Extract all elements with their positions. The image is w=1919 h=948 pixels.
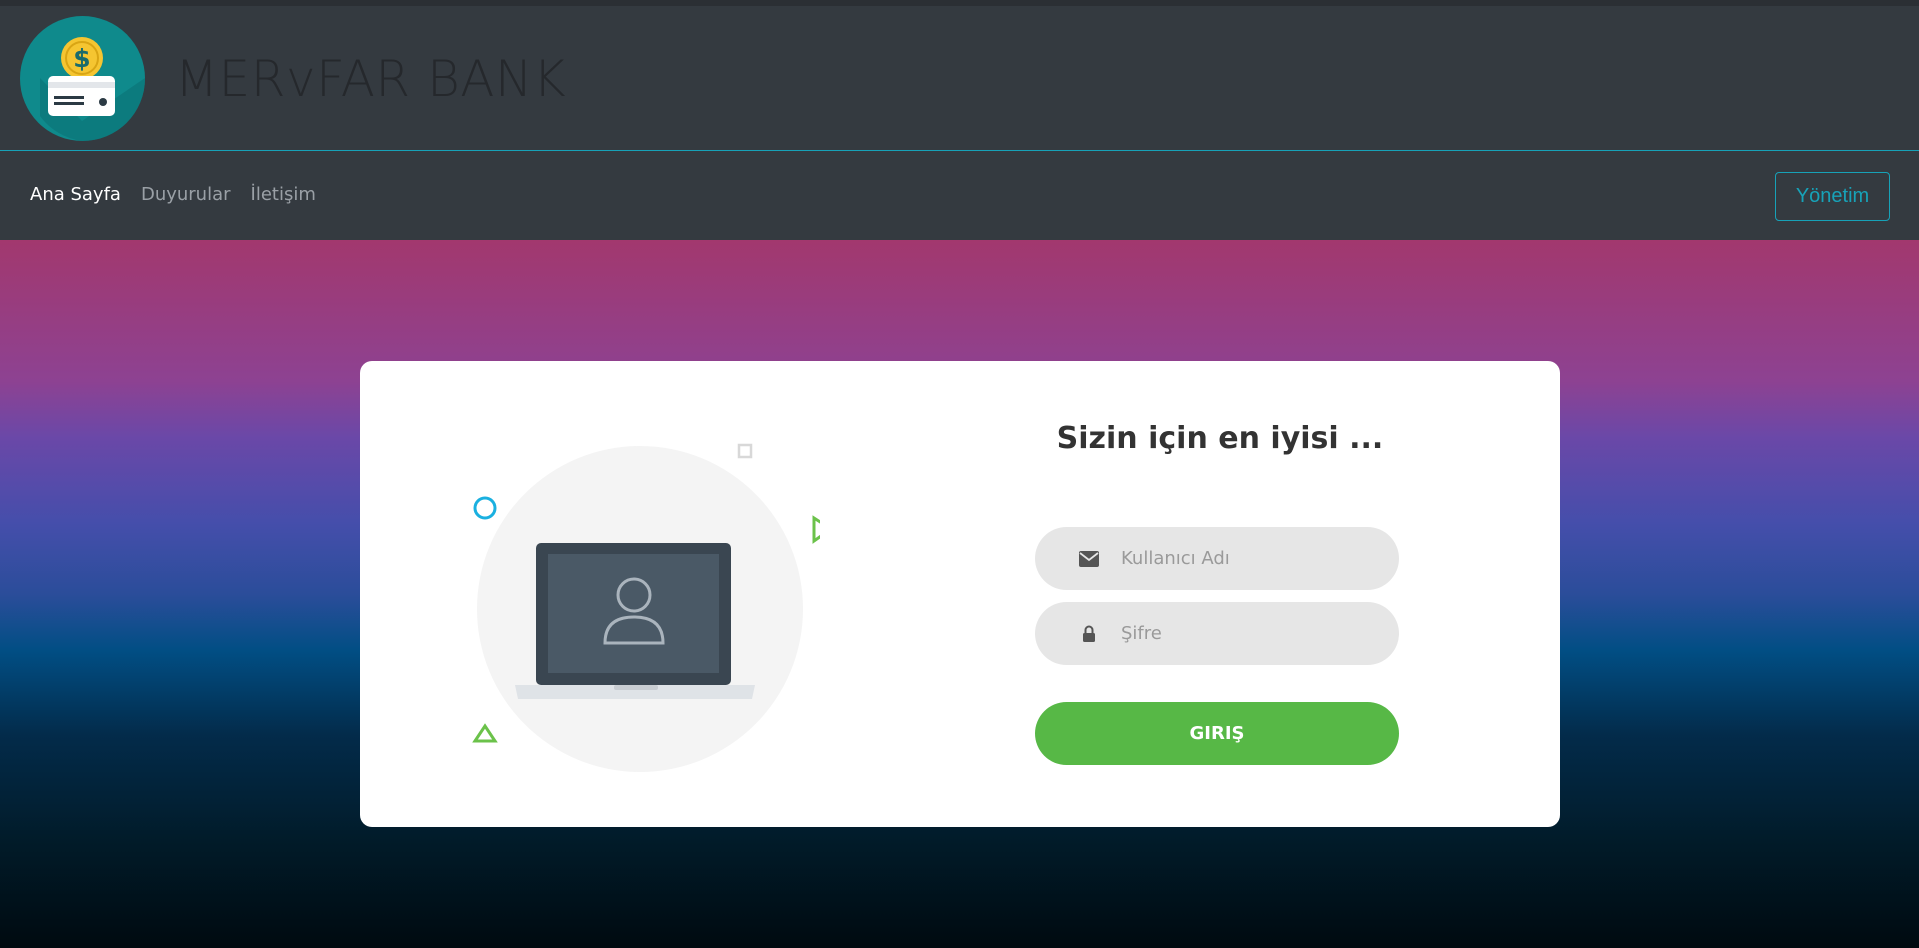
deco-triangle-up	[472, 723, 498, 743]
laptop-display	[548, 554, 719, 673]
deco-triangle-right	[812, 515, 820, 544]
nav-links: Ana Sayfa Duyurular İletişim	[30, 184, 316, 205]
nav-home[interactable]: Ana Sayfa	[30, 184, 121, 205]
admin-button[interactable]: Yönetim	[1775, 172, 1890, 221]
brand-name: MERvFAR BANK	[175, 50, 567, 108]
username-input[interactable]	[1121, 548, 1381, 569]
login-title: Sizin için en iyisi ...	[1056, 421, 1384, 456]
deco-square	[737, 443, 753, 459]
password-input[interactable]	[1121, 623, 1381, 644]
bank-logo[interactable]: $	[20, 16, 145, 141]
login-card: Sizin için en iyisi ... GIRIŞ	[360, 361, 1560, 827]
main-navbar: Ana Sayfa Duyurular İletişim Yönetim	[0, 152, 1919, 240]
laptop-user-illustration	[472, 443, 820, 772]
site-header: $ MERvFAR BANK	[0, 6, 1919, 151]
login-button[interactable]: GIRIŞ	[1035, 702, 1399, 765]
password-field[interactable]	[1035, 602, 1399, 665]
svg-text:$: $	[73, 44, 90, 73]
lock-icon	[1077, 625, 1101, 642]
deco-circle-large	[473, 496, 497, 520]
nav-announcements[interactable]: Duyurular	[141, 184, 231, 205]
username-field[interactable]	[1035, 527, 1399, 590]
nav-contact[interactable]: İletişim	[251, 184, 316, 205]
envelope-icon	[1077, 550, 1101, 567]
